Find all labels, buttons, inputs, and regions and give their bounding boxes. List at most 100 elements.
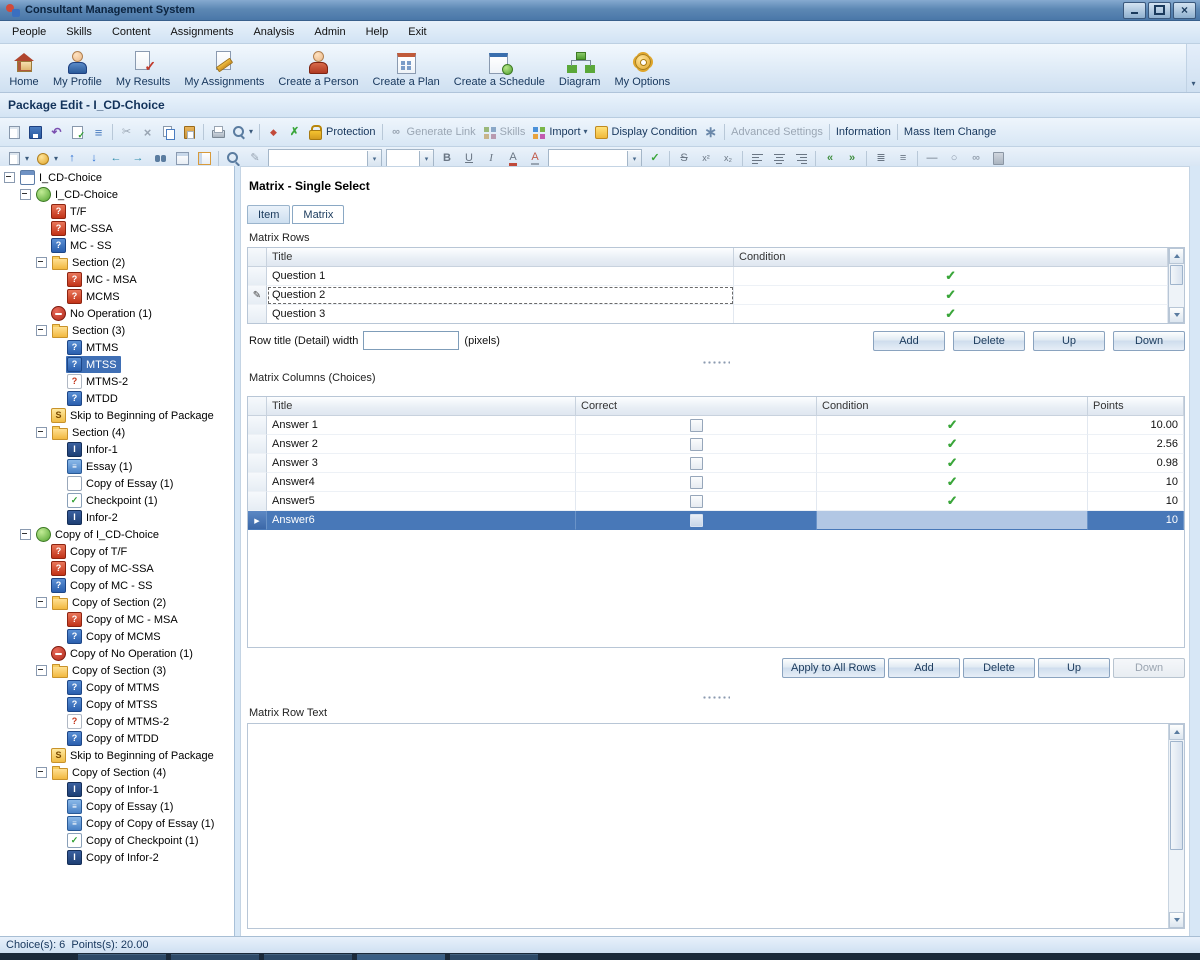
matrix-row-text-area[interactable]	[247, 723, 1185, 929]
row-title-cell[interactable]: Question 1	[267, 267, 734, 286]
tree-item-mc-msa[interactable]: MC - MSA	[0, 271, 234, 288]
edit-toolbar-cut-icon[interactable]	[116, 123, 137, 142]
taskbar-button[interactable]	[78, 954, 166, 960]
apply-to-all-rows-button[interactable]: Apply to All Rows	[782, 658, 885, 678]
menu-skills[interactable]: Skills	[56, 23, 102, 41]
choice-title-cell[interactable]: Answer4	[267, 473, 576, 492]
row-selector-header[interactable]	[248, 248, 267, 267]
edit-toolbar-zoom-icon[interactable]	[228, 122, 256, 142]
toolbar-create-a-schedule[interactable]: Create a Schedule	[447, 48, 552, 89]
correct-checkbox[interactable]	[690, 438, 703, 451]
scroll-thumb[interactable]	[1170, 265, 1183, 285]
row-selector[interactable]	[248, 454, 267, 473]
tree-item-infor-2[interactable]: Infor-2	[0, 509, 234, 526]
rows-up-button[interactable]: Up	[1033, 331, 1105, 351]
tree-item-copy-of-infor-1[interactable]: Copy of Infor-1	[0, 781, 234, 798]
chevron-down-icon[interactable]	[367, 151, 381, 166]
edit-toolbar-display-condition[interactable]: Display Condition	[591, 123, 701, 142]
edit-toolbar-generate-link[interactable]: Generate Link	[386, 123, 479, 142]
toolbar-overflow-button[interactable]	[1186, 44, 1200, 92]
choice-correct-cell[interactable]	[576, 416, 817, 435]
mcol-answer-3[interactable]: Answer 30.98	[248, 454, 1184, 473]
tree-item-copy-of-section-3[interactable]: Copy of Section (3)	[0, 662, 234, 679]
tree-item-copy-of-mcms[interactable]: Copy of MCMS	[0, 628, 234, 645]
mcol-answer-2[interactable]: Answer 22.56	[248, 435, 1184, 454]
tree-item-skip-to-beginning-of-package[interactable]: Skip to Beginning of Package	[0, 407, 234, 424]
tree-item-mtms-2[interactable]: MTMS-2	[0, 373, 234, 390]
tree-item-i-cd-choice[interactable]: I_CD-Choice	[0, 169, 234, 186]
edit-toolbar-save-icon[interactable]	[25, 123, 46, 142]
correct-checkbox[interactable]	[690, 419, 703, 432]
section-splitter-handle[interactable]	[247, 359, 1185, 366]
menu-assignments[interactable]: Assignments	[160, 23, 243, 41]
rows-add-button[interactable]: Add	[873, 331, 945, 351]
tree-item-mcms[interactable]: MCMS	[0, 288, 234, 305]
rows-delete-button[interactable]: Delete	[953, 331, 1025, 351]
collapse-icon[interactable]	[36, 665, 47, 676]
toolbar-create-a-person[interactable]: Create a Person	[271, 48, 365, 89]
scroll-track[interactable]	[1169, 740, 1184, 912]
tree-item-mtss[interactable]: MTSS	[0, 356, 234, 373]
cols-add-button[interactable]: Add	[888, 658, 960, 678]
column-header-condition[interactable]: Condition	[734, 248, 1168, 267]
tree-item-mc-ssa[interactable]: MC-SSA	[0, 220, 234, 237]
edit-toolbar-list-icon[interactable]	[88, 123, 109, 142]
tree-item-checkpoint-1[interactable]: Checkpoint (1)	[0, 492, 234, 509]
edit-toolbar-remove-icon[interactable]	[284, 123, 305, 142]
row-selector[interactable]	[248, 267, 267, 286]
collapse-icon[interactable]	[36, 257, 47, 268]
tree-item-copy-of-mtdd[interactable]: Copy of MTDD	[0, 730, 234, 747]
choice-points-cell[interactable]: 10	[1088, 473, 1184, 492]
column-header-title[interactable]: Title	[267, 397, 576, 416]
choice-condition-cell[interactable]	[817, 473, 1088, 492]
tree-item-no-operation-1[interactable]: No Operation (1)	[0, 305, 234, 322]
toolbar-my-options[interactable]: My Options	[607, 48, 677, 89]
row-condition-cell[interactable]	[734, 286, 1168, 305]
choice-points-cell[interactable]: 10	[1088, 511, 1184, 530]
collapse-icon[interactable]	[36, 597, 47, 608]
choice-condition-cell[interactable]	[817, 511, 1088, 530]
close-button[interactable]	[1173, 2, 1196, 19]
edit-toolbar-print-icon[interactable]	[207, 123, 228, 142]
tree-item-copy-of-checkpoint-1[interactable]: Copy of Checkpoint (1)	[0, 832, 234, 849]
menu-analysis[interactable]: Analysis	[243, 23, 304, 41]
tree-item-copy-of-copy-of-essay-1[interactable]: Copy of Copy of Essay (1)	[0, 815, 234, 832]
scroll-track[interactable]	[1169, 264, 1184, 307]
scroll-thumb[interactable]	[1170, 741, 1183, 850]
edit-toolbar-information[interactable]: Information	[833, 124, 894, 140]
mcol-answer4[interactable]: Answer4 10	[248, 473, 1184, 492]
tree-item-copy-of-i-cd-choice[interactable]: Copy of I_CD-Choice	[0, 526, 234, 543]
choice-correct-cell[interactable]	[576, 454, 817, 473]
correct-checkbox[interactable]	[690, 457, 703, 470]
tree-item-section-4[interactable]: Section (4)	[0, 424, 234, 441]
collapse-icon[interactable]	[4, 172, 15, 183]
row-title-cell[interactable]: Question 3	[267, 305, 734, 323]
mcol-answer5[interactable]: Answer510	[248, 492, 1184, 511]
row-selector[interactable]	[248, 416, 267, 435]
toolbar-home[interactable]: Home	[2, 48, 46, 89]
row-condition-cell[interactable]	[734, 305, 1168, 323]
chevron-down-icon[interactable]	[627, 151, 641, 166]
tree-item-mc-ss[interactable]: MC - SS	[0, 237, 234, 254]
tree-item-mtdd[interactable]: MTDD	[0, 390, 234, 407]
column-header-points[interactable]: Points	[1088, 397, 1184, 416]
tree-item-copy-of-section-4[interactable]: Copy of Section (4)	[0, 764, 234, 781]
choice-points-cell[interactable]: 10	[1088, 492, 1184, 511]
row-selector[interactable]	[248, 305, 267, 323]
row-title-cell[interactable]: Question 2	[267, 286, 734, 305]
edit-toolbar-advanced-settings[interactable]: Advanced Settings	[728, 124, 826, 140]
choice-correct-cell[interactable]	[576, 435, 817, 454]
taskbar-button[interactable]	[357, 954, 445, 960]
taskbar-button[interactable]	[171, 954, 259, 960]
menu-people[interactable]: People	[2, 23, 56, 41]
mrow-question-1[interactable]: Question 1	[248, 267, 1168, 286]
toolbar-my-assignments[interactable]: My Assignments	[177, 48, 271, 89]
choice-correct-cell[interactable]	[576, 511, 817, 530]
taskbar-button[interactable]	[264, 954, 352, 960]
tab-matrix[interactable]: Matrix	[292, 205, 344, 224]
edit-toolbar-delete-icon[interactable]	[137, 123, 158, 142]
tree-item-skip-to-beginning-of-package[interactable]: Skip to Beginning of Package	[0, 747, 234, 764]
edit-toolbar-paste-icon[interactable]	[179, 123, 200, 142]
choice-condition-cell[interactable]	[817, 454, 1088, 473]
edit-toolbar-validate-icon[interactable]	[67, 123, 88, 142]
